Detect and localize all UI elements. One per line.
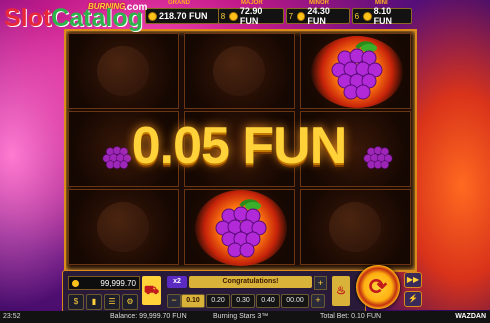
watermark-com: .com xyxy=(124,2,148,13)
dimmed-symbol xyxy=(213,46,265,96)
brand-logo: WAZDAN xyxy=(455,313,486,320)
watermark-logo: Slot Catalog .com xyxy=(4,2,147,33)
gamble-button[interactable]: ♨ xyxy=(332,276,350,306)
jackpot-number: 8 xyxy=(220,11,226,21)
bet-option[interactable]: 0.20 xyxy=(206,294,230,308)
reel-cell xyxy=(300,189,411,265)
jackpot-label: GRAND xyxy=(168,0,190,6)
jackpot-major: MAJOR 8 72.90 FUN xyxy=(218,0,284,26)
total-bet: Total Bet: 0.10 FUN xyxy=(320,313,382,320)
turbo-button[interactable]: ⚡ xyxy=(404,291,422,307)
stats-icon[interactable]: ▮ xyxy=(86,294,102,310)
jackpot-label: MAJOR xyxy=(241,0,263,6)
buy-feature-button[interactable]: ⛟ xyxy=(142,276,161,305)
win-amount: 0.05 FUN xyxy=(131,117,348,175)
bet-plus-button[interactable]: + xyxy=(311,294,325,308)
jackpot-label: MINOR xyxy=(309,0,329,6)
bet-option[interactable]: 0.40 xyxy=(256,294,280,308)
dimmed-symbol xyxy=(97,202,149,252)
settings-icon[interactable]: ⚙ xyxy=(122,294,138,310)
reel-cell xyxy=(184,33,295,109)
jackpot-value: 72.90 FUN xyxy=(239,6,263,26)
reel-cell xyxy=(184,189,295,266)
watermark-slot: Slot xyxy=(4,4,52,32)
reel-cell xyxy=(68,33,179,109)
spin-button[interactable]: ⟳ xyxy=(356,265,400,309)
plus-icon[interactable]: + xyxy=(314,276,327,290)
coin-icon xyxy=(296,11,306,21)
multiplier-badge[interactable]: x2 xyxy=(167,276,187,288)
balance-box: 99,999.70 xyxy=(68,276,140,290)
jackpot-number: 6 xyxy=(354,11,360,21)
jackpot-number: 7 xyxy=(288,11,294,21)
reel-cell xyxy=(68,189,179,265)
bet-option[interactable]: 0.10 xyxy=(181,294,205,308)
jackpot-grand: GRAND 218.70 FUN xyxy=(145,0,219,24)
coin-icon xyxy=(72,280,79,287)
balance-value: 99,999.70 xyxy=(100,278,136,288)
game-name: Burning Stars 3™ xyxy=(213,313,269,320)
balance-status: Balance: 99,999.70 FUN xyxy=(110,313,187,320)
jackpot-value: 218.70 FUN xyxy=(159,11,208,21)
status-bar: 23:52 Balance: 99,999.70 FUN Burning Sta… xyxy=(0,311,490,323)
bet-option[interactable]: 0.30 xyxy=(231,294,255,308)
dimmed-symbol xyxy=(329,202,381,252)
jackpot-value: 8.10 FUN xyxy=(373,6,393,26)
dimmed-symbol xyxy=(97,46,149,96)
reel-cell xyxy=(300,33,411,109)
coin-icon xyxy=(362,11,372,21)
bet-minus-button[interactable]: − xyxy=(167,294,181,308)
paytable-icon[interactable]: ☰ xyxy=(104,294,120,310)
jackpot-value: 24.30 FUN xyxy=(307,6,330,26)
jackpot-mini: MINI 6 8.10 FUN xyxy=(352,0,412,26)
jackpot-minor: MINOR 7 24.30 FUN xyxy=(286,0,350,26)
coin-icon xyxy=(148,11,157,21)
message-display: Congratulations! xyxy=(189,276,312,288)
bet-option[interactable]: 00.00 xyxy=(281,294,309,308)
grapes-icon xyxy=(215,199,267,258)
autoplay-button[interactable]: ▶▶ xyxy=(404,272,422,288)
jackpot-label: MINI xyxy=(375,0,388,6)
coin-icon xyxy=(228,11,238,21)
grapes-icon xyxy=(331,41,383,100)
clock: 23:52 xyxy=(3,313,21,320)
coin-stack-icon[interactable]: $ xyxy=(68,294,84,310)
